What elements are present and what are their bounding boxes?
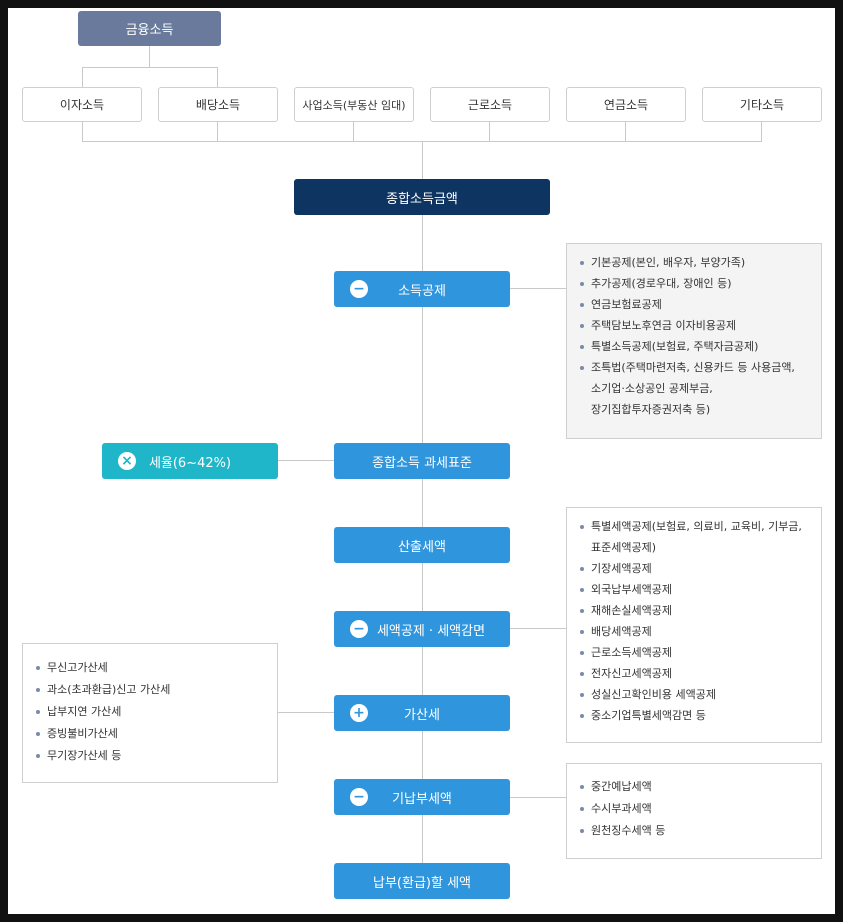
list-item: 근로소득세액공제 [579, 642, 811, 663]
category-interest-income: 이자소득 [22, 87, 142, 122]
tax-credit-node: − 세액공제 · 세액감면 [334, 611, 510, 647]
node-label: 납부(환급)할 세액 [373, 875, 471, 891]
minus-icon: − [350, 280, 368, 298]
multiply-icon: × [118, 452, 136, 470]
symbol-glyph: − [353, 789, 365, 805]
final-tax-node: 납부(환급)할 세액 [334, 863, 510, 899]
connector [509, 288, 567, 289]
income-deduction-node: − 소득공제 [334, 271, 510, 307]
connector [509, 797, 567, 798]
connector [489, 122, 490, 141]
list-item: 과소(초과환급)신고 가산세 [35, 679, 267, 701]
tax-rate-node: × 세율(6~42%) [102, 443, 278, 479]
connector [149, 46, 150, 67]
list-item: 무신고가산세 [35, 657, 267, 679]
list-item: 기장세액공제 [579, 558, 811, 579]
prepaid-tax-list: 중간예납세액 수시부과세액 원천징수세액 등 [566, 763, 822, 859]
connector [353, 122, 354, 141]
connector [277, 712, 334, 713]
list-item: 무기장가산세 등 [35, 745, 267, 767]
connector [625, 122, 626, 141]
list-item: 기본공제(본인, 배우자, 부양가족) [579, 252, 811, 273]
connector [761, 122, 762, 141]
connector [217, 67, 218, 89]
node-label: 배당소득 [195, 98, 241, 112]
tax-flow-diagram: 금융소득 이자소득 배당소득 사업소득(부동산 임대) 근로소득 연금소득 기타… [8, 8, 835, 914]
penalty-tax-list: 무신고가산세 과소(초과환급)신고 가산세 납부지연 가산세 증빙불비가산세 무… [22, 643, 278, 783]
connector [82, 122, 83, 141]
list-item: 조특법(주택마련저축, 신용카드 등 사용금액, [579, 357, 811, 378]
symbol-glyph: + [353, 705, 365, 721]
list-item: 중소기업특별세액감면 등 [579, 705, 811, 726]
node-label: 종합소득 과세표준 [372, 455, 472, 471]
node-label: 세율(6~42%) [148, 455, 232, 471]
node-label: 산출세액 [398, 539, 446, 555]
list-item: 성실신고확인비용 세액공제 [579, 684, 811, 705]
list-item: 납부지연 가산세 [35, 701, 267, 723]
node-label: 금융소득 [125, 23, 174, 38]
node-label: 이자소득 [59, 98, 105, 112]
computed-tax-node: 산출세액 [334, 527, 510, 563]
node-label: 연금소득 [603, 98, 649, 112]
list-item: 추가공제(경로우대, 장애인 등) [579, 273, 811, 294]
node-label: 소득공제 [398, 283, 446, 299]
list-item-continued: 표준세액공제) [591, 541, 657, 554]
category-pension-income: 연금소득 [566, 87, 686, 122]
category-dividend-income: 배당소득 [158, 87, 278, 122]
node-label: 사업소득(부동산 임대) [302, 98, 406, 112]
node-label: 기타소득 [739, 98, 785, 112]
node-label: 가산세 [404, 707, 440, 723]
list-item: 재해손실세액공제 [579, 600, 811, 621]
symbol-glyph: × [121, 453, 133, 469]
category-business-income: 사업소득(부동산 임대) [294, 87, 414, 122]
tax-base-node: 종합소득 과세표준 [334, 443, 510, 479]
node-label: 세액공제 · 세액감면 [376, 623, 486, 639]
connector [217, 122, 218, 141]
connector [82, 67, 218, 68]
list-item: 증빙불비가산세 [35, 723, 267, 745]
node-label: 기납부세액 [392, 791, 452, 807]
list-item: 주택담보노후연금 이자비용공제 [579, 315, 811, 336]
connector [82, 67, 83, 89]
symbol-glyph: − [353, 621, 365, 637]
list-item: 특별소득공제(보험료, 주택자금공제) [579, 336, 811, 357]
node-label: 종합소득금액 [386, 191, 458, 207]
list-item-continued: 장기집합투자증권저축 등) [591, 403, 711, 416]
symbol-glyph: − [353, 281, 365, 297]
tax-credit-list: 특별세액공제(보험료, 의료비, 교육비, 기부금, 표준세액공제) 기장세액공… [566, 507, 822, 743]
plus-icon: + [350, 704, 368, 722]
financial-income-node: 금융소득 [78, 11, 221, 46]
list-item: 연금보험료공제 [579, 294, 811, 315]
list-item: 특별세액공제(보험료, 의료비, 교육비, 기부금, [579, 516, 811, 537]
income-deduction-list: 기본공제(본인, 배우자, 부양가족) 추가공제(경로우대, 장애인 등) 연금… [566, 243, 822, 439]
list-item: 배당세액공제 [579, 621, 811, 642]
category-earned-income: 근로소득 [430, 87, 550, 122]
prepaid-tax-node: − 기납부세액 [334, 779, 510, 815]
list-item: 원천징수세액 등 [579, 820, 811, 842]
node-label: 근로소득 [467, 98, 513, 112]
list-item-continued: 소기업·소상공인 공제부금, [591, 382, 713, 395]
list-item: 중간예납세액 [579, 776, 811, 798]
connector [277, 460, 334, 461]
list-item: 전자신고세액공제 [579, 663, 811, 684]
minus-icon: − [350, 788, 368, 806]
connector [422, 141, 423, 179]
connector [509, 628, 567, 629]
category-other-income: 기타소득 [702, 87, 822, 122]
list-item: 수시부과세액 [579, 798, 811, 820]
penalty-tax-node: + 가산세 [334, 695, 510, 731]
total-income-node: 종합소득금액 [294, 179, 550, 215]
minus-icon: − [350, 620, 368, 638]
list-item: 외국납부세액공제 [579, 579, 811, 600]
